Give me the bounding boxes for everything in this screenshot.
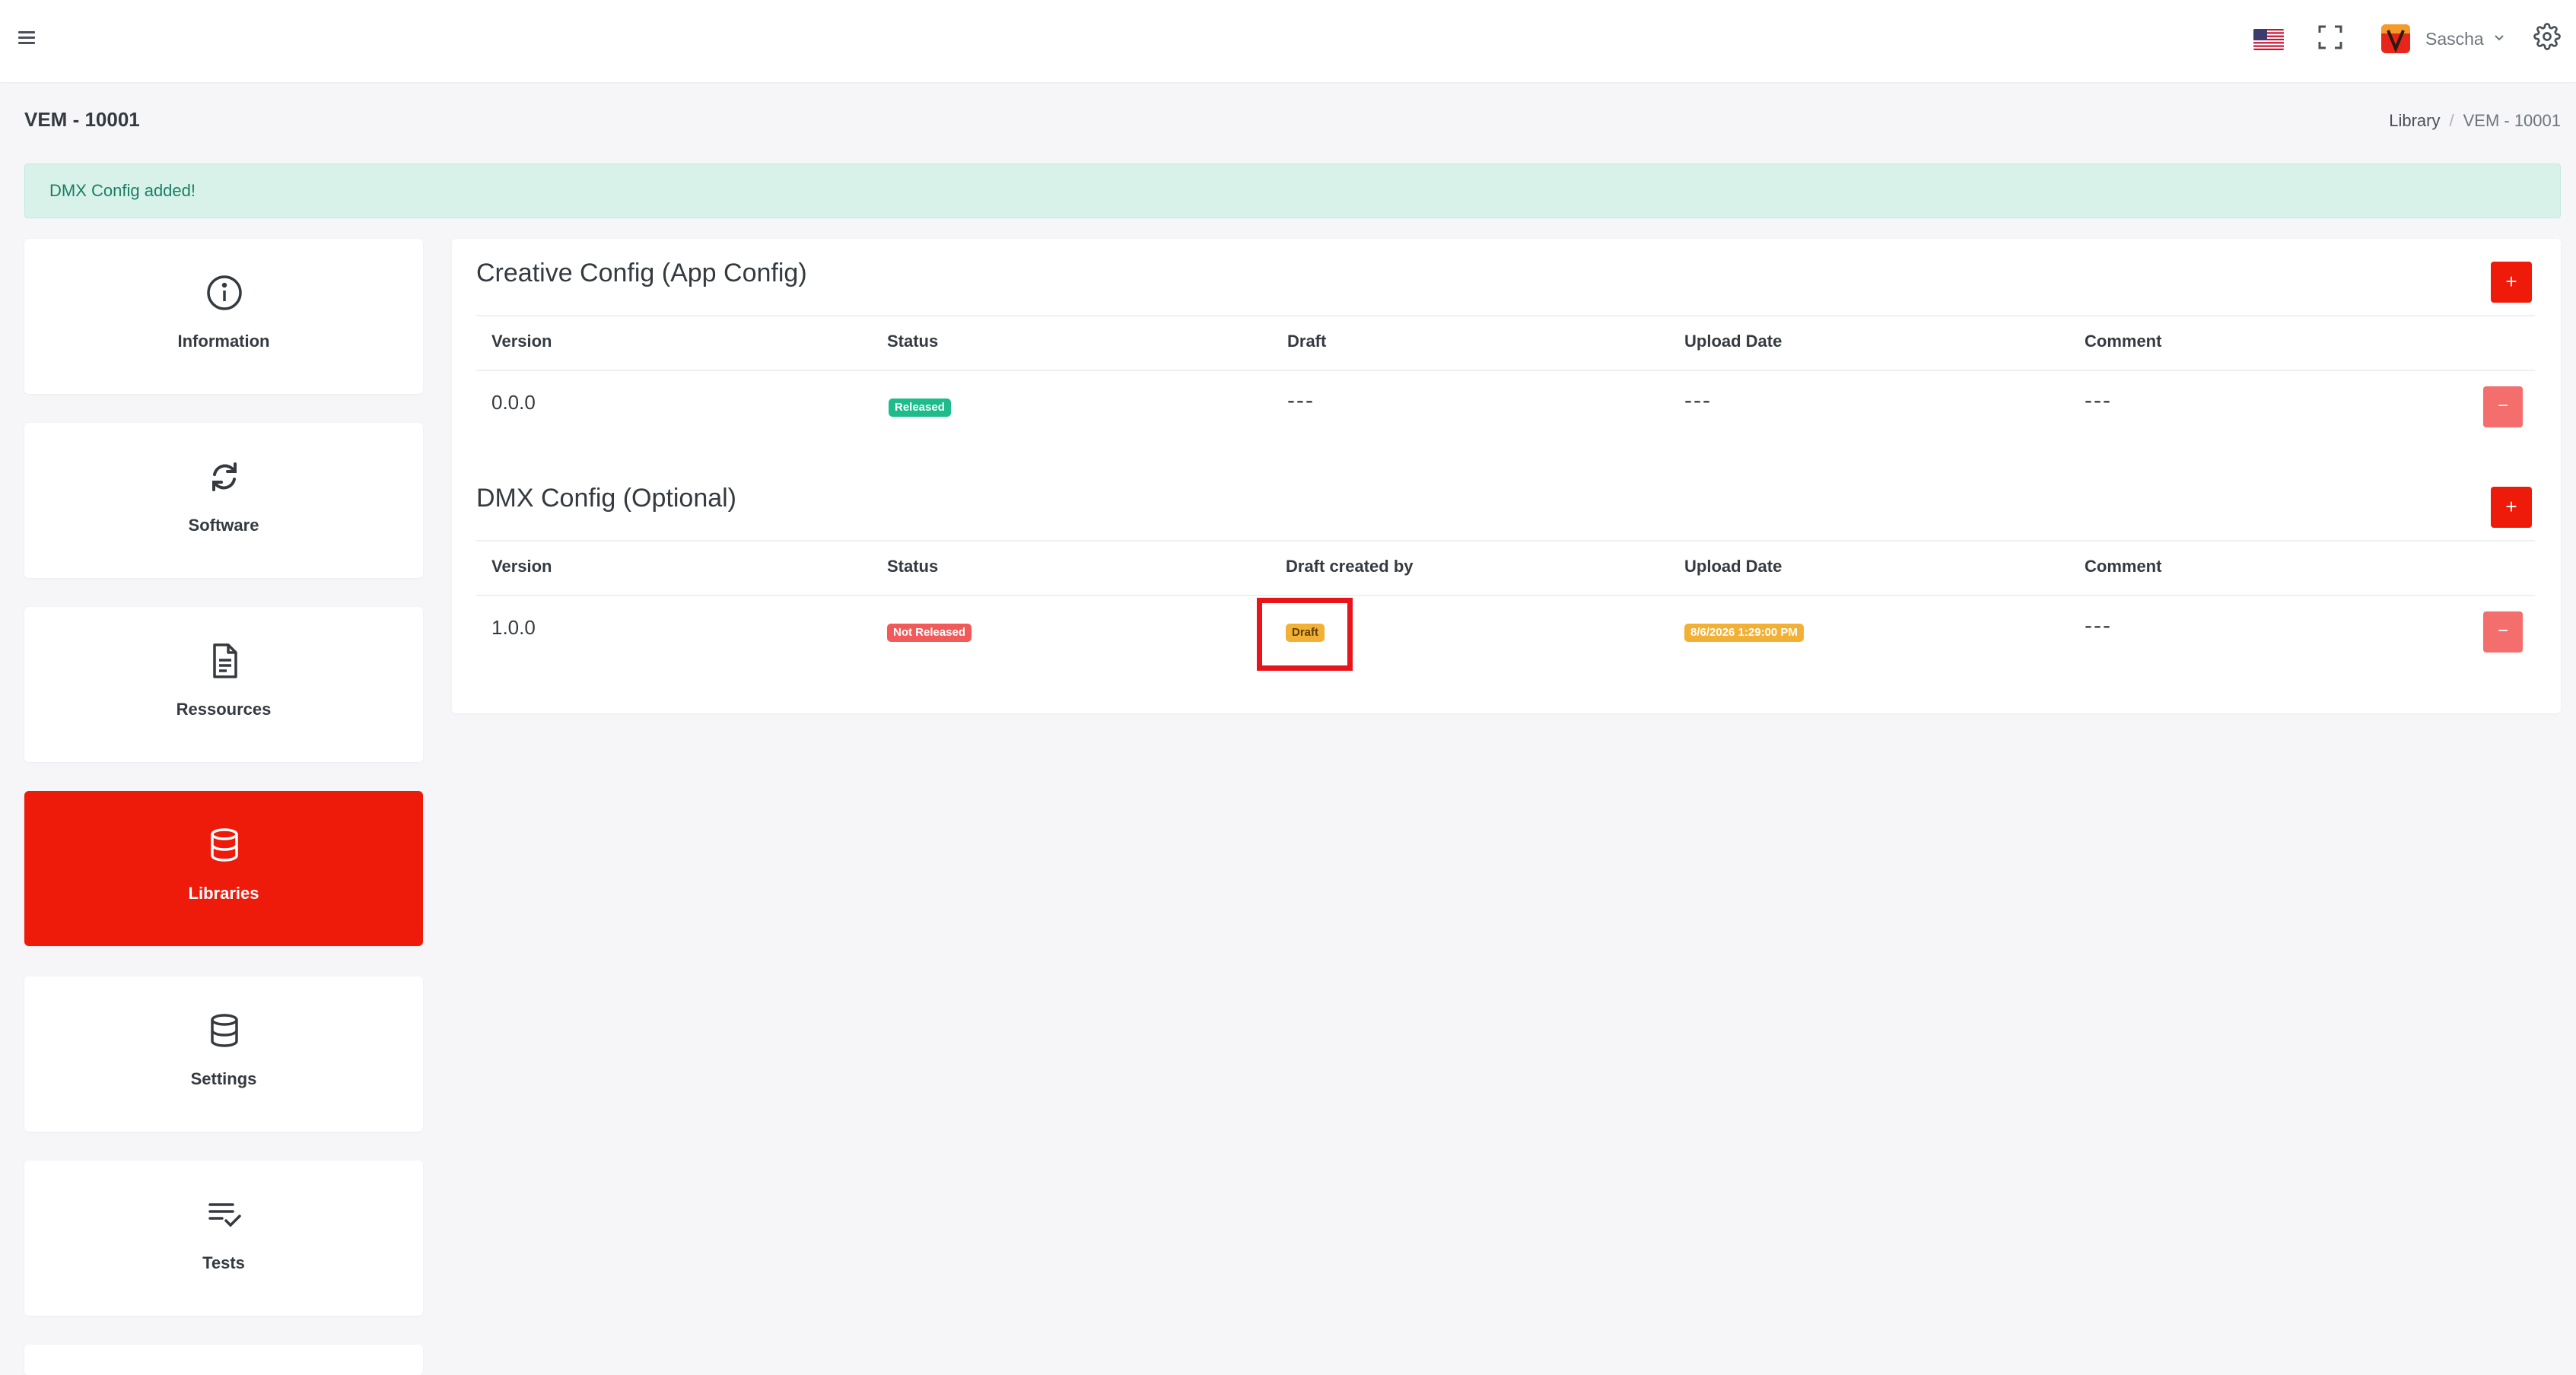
column-header: Version — [491, 332, 552, 351]
divider — [476, 370, 2535, 371]
success-alert: DMX Config added! — [24, 164, 2561, 218]
status-badge: Released — [889, 399, 951, 417]
column-header: Draft — [1287, 332, 1327, 351]
upload-date-cell: --- — [1684, 388, 1712, 413]
sync-icon — [205, 458, 243, 496]
column-header: Version — [491, 557, 552, 576]
sidebar-item-label: Information — [177, 332, 270, 351]
sidebar-item-label: Ressources — [176, 700, 272, 719]
info-icon — [205, 274, 243, 312]
breadcrumb: Library / VEM - 10001 — [2389, 111, 2561, 130]
sidebar-item-label: Settings — [190, 1069, 257, 1088]
add-dmx-config-button[interactable]: + — [2491, 487, 2532, 528]
remove-dmx-config-button[interactable]: − — [2483, 611, 2523, 653]
sidebar-item-libraries[interactable]: Libraries — [24, 791, 423, 946]
version-cell: 1.0.0 — [491, 616, 536, 639]
sidebar-item-label: Tests — [202, 1253, 245, 1272]
checklist-icon — [205, 1196, 243, 1234]
user-menu-name[interactable]: Sascha — [2425, 26, 2484, 52]
sidebar-item-tests[interactable]: Tests — [24, 1161, 423, 1316]
version-cell: 0.0.0 — [491, 391, 536, 414]
draft-badge[interactable]: Draft — [1286, 624, 1325, 642]
remove-creative-config-button[interactable]: − — [2483, 386, 2523, 427]
sidebar-item-information[interactable]: Information — [24, 239, 423, 394]
column-header: Upload Date — [1684, 332, 1783, 351]
column-header: Status — [887, 332, 939, 351]
column-header: Draft created by — [1286, 557, 1414, 576]
page-title: VEM - 10001 — [24, 108, 140, 131]
top-navbar: Sascha — [0, 0, 2576, 82]
sidebar-item-software[interactable]: Software — [24, 423, 423, 578]
database-icon — [205, 826, 243, 864]
column-header: Comment — [2085, 332, 2162, 351]
column-header: Upload Date — [1684, 557, 1783, 576]
chevron-down-icon[interactable] — [2492, 30, 2506, 44]
fullscreen-icon[interactable] — [2317, 24, 2343, 50]
upload-date-badge: 8/6/2026 1:29:00 PM — [1684, 624, 1804, 642]
gear-icon[interactable] — [2533, 23, 2561, 50]
status-badge: Not Released — [887, 624, 972, 642]
creative-config-title: Creative Config (App Config) — [476, 259, 807, 287]
document-icon — [205, 642, 243, 680]
divider — [476, 315, 2535, 316]
comment-cell: --- — [2085, 388, 2112, 413]
add-creative-config-button[interactable]: + — [2491, 262, 2532, 303]
sidebar-item-ressources[interactable]: Ressources — [24, 607, 423, 762]
sidebar-item-label: Libraries — [188, 884, 259, 903]
libraries-panel: Creative Config (App Config) + Version S… — [452, 239, 2561, 713]
hamburger-menu-icon[interactable] — [15, 26, 40, 50]
column-header: Status — [887, 557, 939, 576]
divider — [476, 595, 2535, 596]
divider — [476, 540, 2535, 541]
us-flag-icon[interactable] — [2253, 29, 2284, 50]
avatar[interactable] — [2381, 24, 2410, 53]
breadcrumb-current: VEM - 10001 — [2463, 111, 2561, 130]
column-header: Comment — [2085, 557, 2162, 576]
sidebar-item-label: Software — [188, 516, 259, 535]
comment-cell: --- — [2085, 613, 2112, 638]
breadcrumb-library-link[interactable]: Library — [2389, 111, 2440, 130]
sidebar-item-partial[interactable] — [24, 1345, 423, 1375]
draft-cell: --- — [1287, 388, 1315, 413]
sidebar-item-settings[interactable]: Settings — [24, 976, 423, 1132]
database-icon — [205, 1011, 243, 1050]
dmx-config-title: DMX Config (Optional) — [476, 484, 737, 513]
